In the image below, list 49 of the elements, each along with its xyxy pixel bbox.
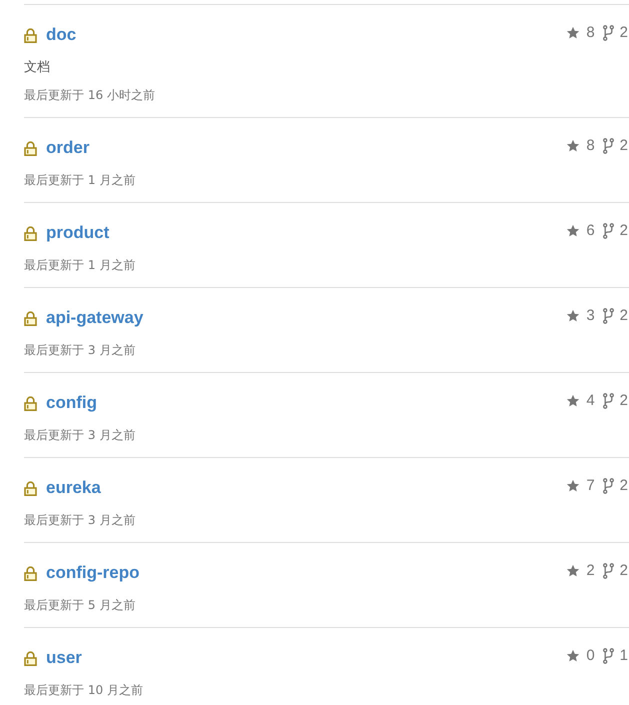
repo-title-link[interactable]: doc [46, 23, 76, 47]
updated-time-text: 最后更新于 1 月之前 [24, 172, 136, 189]
star-icon [566, 394, 580, 408]
star-count: 7 [586, 476, 595, 496]
star-icon [566, 564, 580, 578]
updated-time-text: 最后更新于 5 月之前 [24, 597, 136, 614]
star-count: 2 [586, 561, 595, 581]
repo-title-link[interactable]: api-gateway [46, 306, 144, 330]
fork-icon [602, 138, 614, 154]
updated-time-text: 最后更新于 1 月之前 [24, 257, 136, 274]
fork-count: 1 [620, 646, 628, 666]
fork-icon [602, 648, 614, 664]
star-count: 3 [586, 306, 595, 326]
star-count: 4 [586, 391, 595, 411]
star-count: 6 [586, 221, 595, 241]
repo-title-link[interactable]: config-repo [46, 561, 140, 585]
description-text: 文档 [24, 59, 51, 77]
star-icon [566, 309, 580, 323]
star-count: 0 [586, 646, 595, 666]
fork-count: 2 [620, 136, 628, 156]
fork-count: 2 [620, 23, 628, 43]
fork-icon [602, 393, 614, 409]
updated-time-text: 最后更新于 10 月之前 [24, 682, 144, 699]
repo-title-link[interactable]: eureka [46, 476, 101, 500]
repo-title-link[interactable]: product [46, 221, 110, 245]
repo-title-link[interactable]: order [46, 136, 90, 160]
fork-icon [602, 563, 614, 579]
star-count: 8 [586, 136, 595, 156]
fork-count: 2 [620, 391, 628, 411]
updated-time-text: 最后更新于 3 月之前 [24, 512, 136, 529]
fork-count: 2 [620, 221, 628, 241]
updated-time-text: 最后更新于 3 月之前 [24, 342, 136, 359]
fork-icon [602, 308, 614, 324]
updated-time-text: 最后更新于 3 月之前 [24, 427, 136, 444]
fork-count: 2 [620, 476, 628, 496]
fork-icon [602, 478, 614, 494]
fork-count: 2 [620, 306, 628, 326]
updated-time-text: 最后更新于 16 小时之前 [24, 87, 156, 104]
repo-title-link[interactable]: user [46, 646, 82, 670]
fork-icon [602, 223, 614, 239]
star-icon [566, 26, 580, 40]
repo-title-link[interactable]: config [46, 391, 97, 415]
star-icon [566, 224, 580, 238]
star-count: 8 [586, 23, 595, 43]
star-icon [566, 479, 580, 493]
fork-icon [602, 25, 614, 41]
star-icon [566, 649, 580, 663]
star-icon [566, 139, 580, 153]
fork-count: 2 [620, 561, 628, 581]
